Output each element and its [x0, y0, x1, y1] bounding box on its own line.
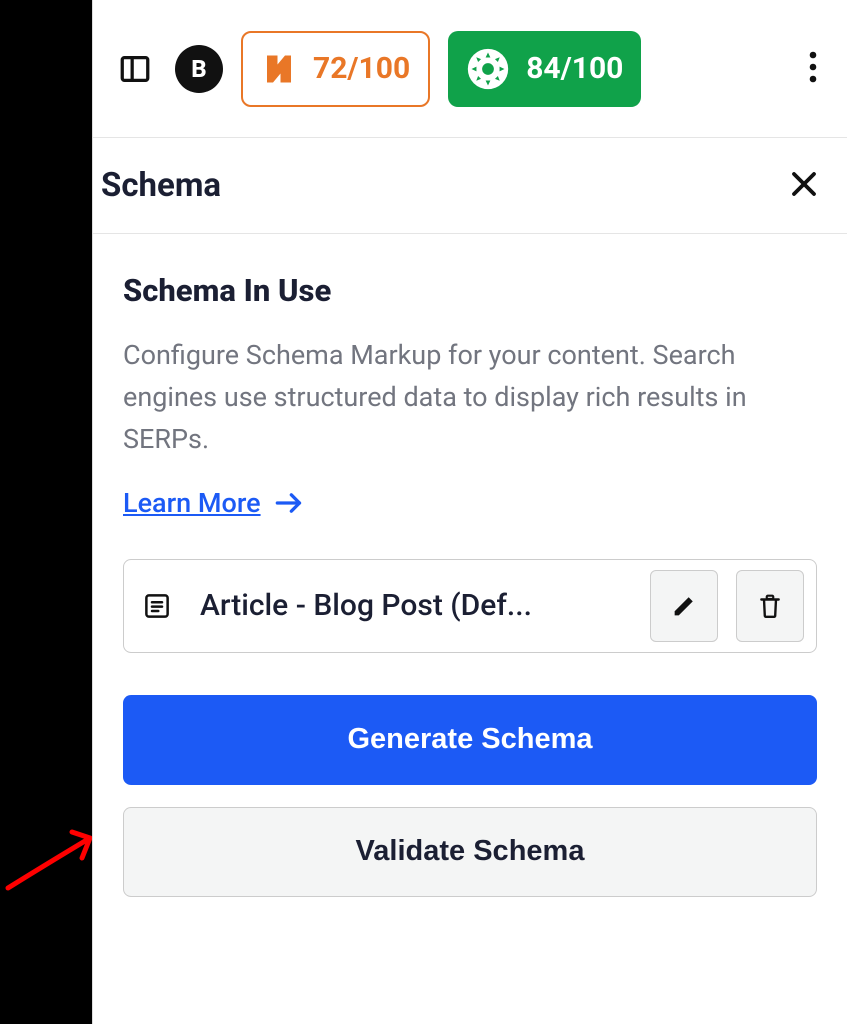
- score-orange-value: 72/100: [313, 51, 410, 86]
- close-button[interactable]: [789, 169, 819, 203]
- gear-circle-icon: [466, 47, 510, 91]
- section-description: Configure Schema Markup for your content…: [123, 335, 817, 461]
- learn-more-label: Learn More: [123, 487, 261, 519]
- arrow-right-icon: [275, 492, 303, 514]
- score-badge-orange[interactable]: 72/100: [241, 31, 430, 107]
- article-icon: [142, 591, 172, 621]
- panel-header: Schema: [93, 138, 847, 234]
- pencil-icon: [670, 592, 698, 620]
- h-logo-icon: [261, 51, 297, 87]
- schema-item-label: Article - Blog Post (Def...: [190, 588, 632, 623]
- toolbar: B 72/100 84/100: [93, 0, 847, 138]
- score-badge-green[interactable]: 84/100: [448, 31, 641, 107]
- edit-schema-button[interactable]: [650, 570, 718, 642]
- delete-schema-button[interactable]: [736, 570, 804, 642]
- validate-schema-button[interactable]: Validate Schema: [123, 807, 817, 897]
- panel-content: Schema In Use Configure Schema Markup fo…: [93, 234, 847, 897]
- more-vertical-icon: [799, 49, 827, 85]
- more-menu-button[interactable]: [799, 49, 827, 89]
- settings-panel: B 72/100 84/100: [92, 0, 847, 1024]
- score-green-value: 84/100: [526, 51, 623, 86]
- brand-badge-letter: B: [191, 55, 206, 83]
- generate-schema-button[interactable]: Generate Schema: [123, 695, 817, 785]
- trash-icon: [757, 591, 783, 621]
- panel-title: Schema: [101, 166, 221, 205]
- brand-badge[interactable]: B: [175, 45, 223, 93]
- section-title: Schema In Use: [123, 272, 817, 309]
- sidebar-toggle-icon[interactable]: [113, 47, 157, 91]
- schema-item-row: Article - Blog Post (Def...: [123, 559, 817, 653]
- close-icon: [789, 169, 819, 199]
- learn-more-link[interactable]: Learn More: [123, 487, 303, 519]
